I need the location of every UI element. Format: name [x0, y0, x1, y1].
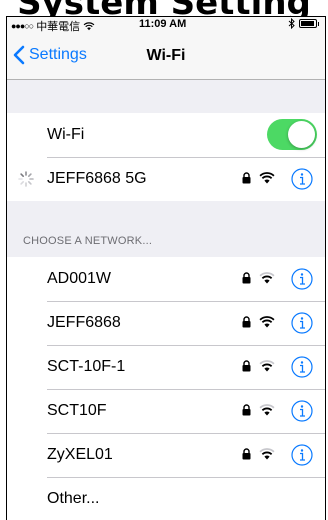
- battery-tip: [317, 21, 319, 26]
- page-title: Wi-Fi: [146, 47, 186, 64]
- info-icon[interactable]: [291, 356, 313, 378]
- wifi-signal-icon: [259, 272, 275, 284]
- network-name: Other...: [47, 490, 100, 507]
- wifi-signal-icon: [259, 172, 275, 184]
- wifi-toggle-row: Wi-Fi: [7, 113, 325, 157]
- bluetooth-icon: [288, 18, 295, 29]
- status-time: 11:09 AM: [139, 18, 187, 30]
- wifi-toggle-switch[interactable]: [267, 119, 317, 150]
- lock-icon: [242, 448, 251, 460]
- network-name: JEFF6868: [47, 314, 121, 331]
- network-row[interactable]: JEFF6868: [7, 301, 325, 345]
- network-row[interactable]: SCT-10F-1: [7, 345, 325, 389]
- info-icon[interactable]: [291, 444, 313, 466]
- carrier-group: ●●●○○ 中華電信: [11, 18, 95, 34]
- network-name: SCT-10F-1: [47, 358, 126, 375]
- connected-network-name: JEFF6868 5G: [47, 170, 147, 187]
- lock-icon: [242, 272, 251, 284]
- lock-icon: [242, 316, 251, 328]
- info-icon[interactable]: [291, 400, 313, 422]
- carrier-label: 中華電信: [36, 21, 81, 33]
- wifi-toggle-label: Wi-Fi: [47, 126, 85, 143]
- network-row[interactable]: ZyXEL01: [7, 433, 325, 477]
- loading-spinner-icon: [18, 171, 34, 187]
- signal-dots-icon: ●●●○○: [11, 21, 34, 31]
- network-row[interactable]: SCT10F: [7, 389, 325, 433]
- status-right-group: [288, 18, 319, 29]
- network-list: AD001W JEFF6868 SCT-10F-1 SCT10F ZyXEL01…: [7, 257, 325, 520]
- lock-icon: [242, 360, 251, 372]
- info-icon[interactable]: [291, 168, 313, 190]
- section-header: CHOOSE A NETWORK...: [23, 235, 153, 247]
- network-row[interactable]: Other...: [7, 477, 325, 520]
- network-name: ZyXEL01: [47, 446, 113, 463]
- wifi-group: Wi-Fi JEFF6868 5G: [7, 113, 325, 201]
- wifi-signal-icon: [259, 360, 275, 372]
- toggle-knob: [288, 121, 315, 148]
- network-row[interactable]: AD001W: [7, 257, 325, 301]
- wifi-signal-icon: [259, 404, 275, 416]
- status-wifi-icon: [83, 21, 95, 30]
- wifi-signal-icon: [259, 448, 275, 460]
- network-name: SCT10F: [47, 402, 107, 419]
- status-bar: ●●●○○ 中華電信 11:09 AM: [7, 17, 325, 33]
- navigation-bar: Settings Wi-Fi: [7, 33, 325, 80]
- network-name: AD001W: [47, 270, 112, 287]
- phone-screen: ●●●○○ 中華電信 11:09 AM Settings Wi-Fi Wi-Fi…: [6, 16, 326, 520]
- lock-icon: [242, 404, 251, 416]
- connected-network-row[interactable]: JEFF6868 5G: [7, 157, 325, 201]
- wifi-signal-icon: [259, 316, 275, 328]
- battery-icon: [298, 19, 317, 28]
- info-icon[interactable]: [291, 312, 313, 334]
- info-icon[interactable]: [291, 268, 313, 290]
- lock-icon: [242, 172, 251, 184]
